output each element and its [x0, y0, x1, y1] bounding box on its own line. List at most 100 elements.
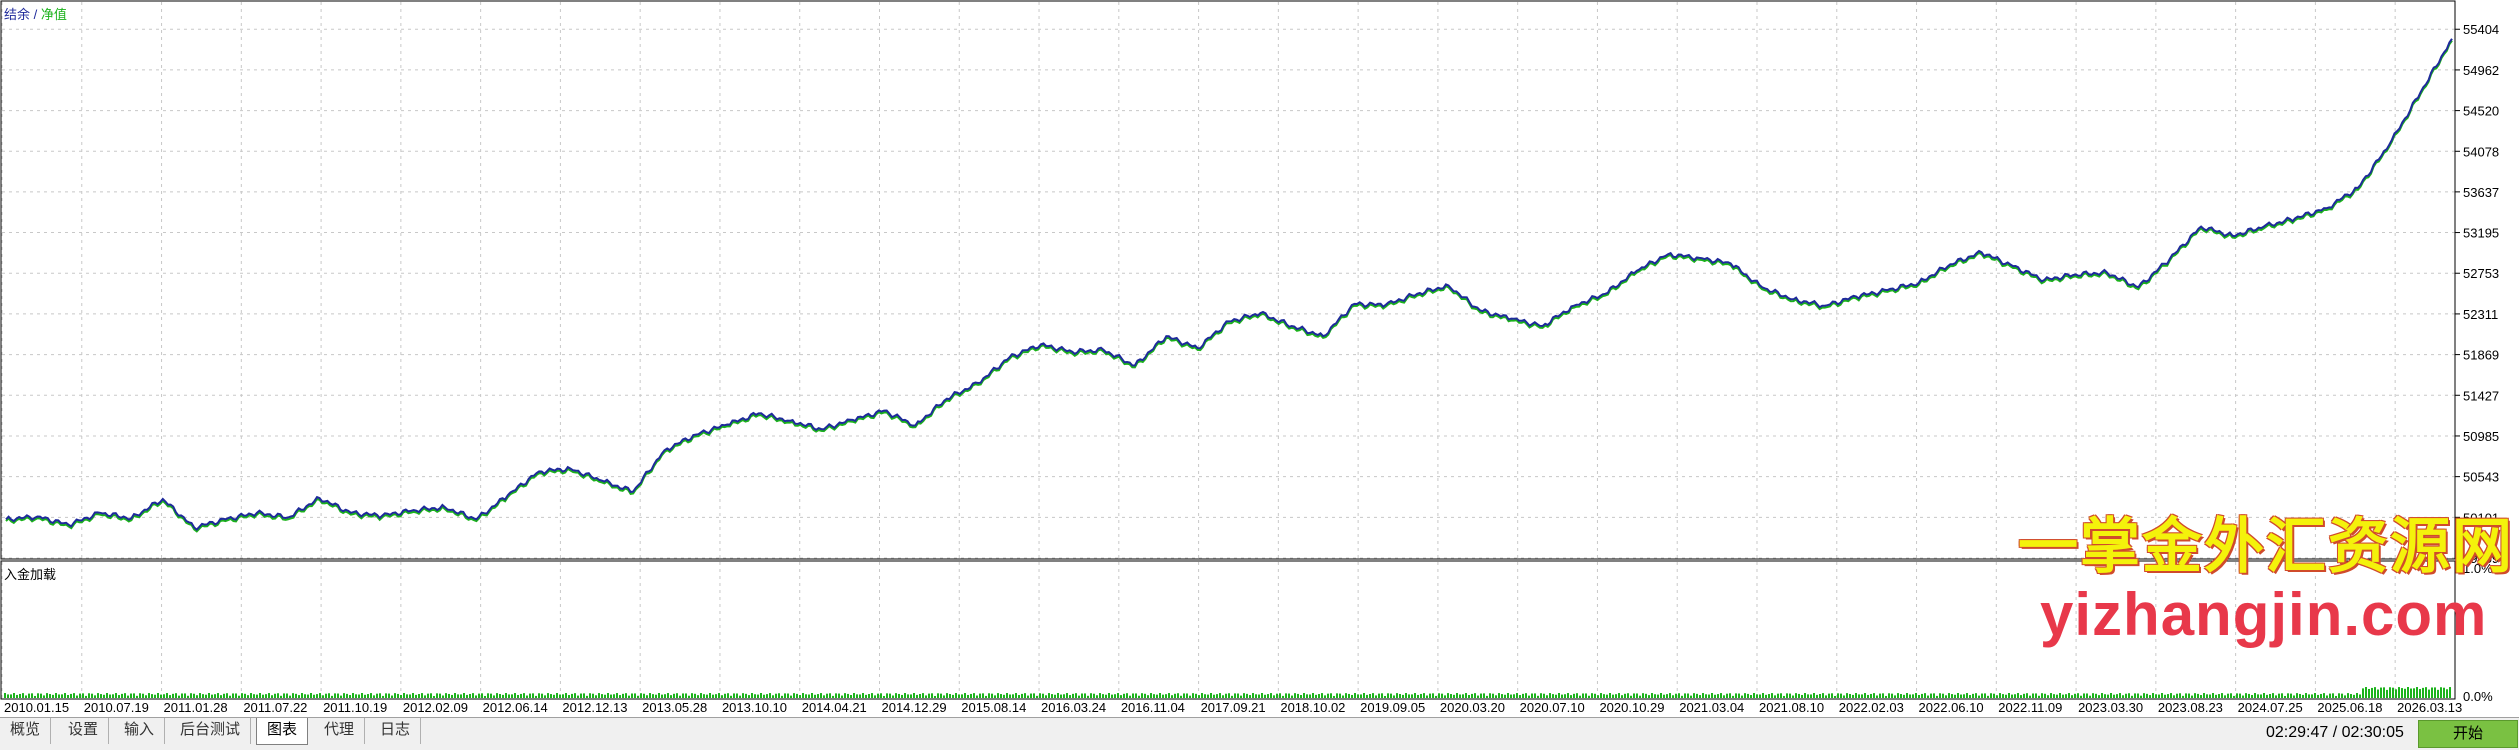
deposit-bar	[562, 694, 564, 698]
deposit-bar	[787, 693, 789, 698]
deposit-bar	[1813, 693, 1815, 698]
deposit-bar	[193, 693, 195, 698]
deposit-bar	[2179, 693, 2181, 698]
deposit-bar	[1957, 693, 1959, 698]
deposit-bar	[2215, 694, 2217, 698]
deposit-bar	[511, 694, 513, 698]
deposit-bar	[514, 693, 516, 698]
deposit-bar	[124, 693, 126, 698]
deposit-bar	[337, 693, 339, 698]
deposit-bar	[358, 694, 360, 698]
deposit-bar	[2119, 693, 2121, 698]
deposit-bar	[2227, 693, 2229, 698]
deposit-bar	[2209, 694, 2211, 698]
tab-overview[interactable]: 概览	[0, 718, 52, 744]
deposit-bar	[829, 693, 831, 698]
deposit-bar	[1954, 694, 1956, 698]
deposit-bar	[223, 693, 225, 698]
deposit-bar	[1807, 694, 1809, 698]
deposit-bar	[1228, 693, 1230, 698]
deposit-bar	[2086, 693, 2088, 698]
deposit-bar	[2446, 689, 2448, 698]
x-tick-label: 2022.06.10	[1919, 700, 1984, 715]
tab-settings[interactable]: 设置	[58, 718, 110, 744]
deposit-bar	[1642, 693, 1644, 698]
start-button[interactable]: 开始	[2418, 720, 2518, 748]
deposit-bar	[1876, 695, 1878, 698]
deposit-bar	[2311, 694, 2313, 698]
deposit-bar	[2359, 694, 2361, 698]
deposit-bar	[997, 693, 999, 698]
deposit-bar	[340, 695, 342, 698]
deposit-bar	[2161, 693, 2163, 698]
deposit-bar	[1675, 693, 1677, 698]
deposit-bar	[928, 693, 930, 698]
deposit-bar	[892, 695, 894, 698]
deposit-bar	[1834, 695, 1836, 698]
deposit-bar	[1570, 695, 1572, 698]
deposit-bar	[442, 695, 444, 698]
deposit-bar	[502, 694, 504, 698]
deposit-bar	[772, 695, 774, 698]
deposit-bar	[2272, 693, 2274, 698]
deposit-bar	[481, 693, 483, 698]
deposit-bar	[463, 693, 465, 698]
deposit-bar	[259, 693, 261, 698]
deposit-bar	[1309, 694, 1311, 698]
deposit-bar	[1336, 693, 1338, 698]
deposit-bar	[547, 693, 549, 698]
deposit-bar	[1141, 693, 1143, 698]
deposit-bar	[1855, 693, 1857, 698]
tab-backtest[interactable]: 后台测试	[170, 718, 252, 744]
deposit-bar	[553, 694, 555, 698]
deposit-bar	[112, 694, 114, 698]
deposit-bar	[1396, 693, 1398, 698]
deposit-bar	[1831, 693, 1833, 698]
deposit-bar	[2041, 693, 2043, 698]
deposit-bar	[628, 695, 630, 698]
deposit-bar	[439, 693, 441, 698]
deposit-bar	[679, 695, 681, 698]
main-chart-grid	[1, 2, 2460, 559]
deposit-bar	[2275, 695, 2277, 698]
deposit-bar	[1306, 694, 1308, 698]
deposit-bar	[712, 694, 714, 698]
deposit-bar	[1033, 693, 1035, 698]
deposit-bar	[469, 693, 471, 698]
deposit-bar	[943, 695, 945, 698]
deposit-bar	[1591, 693, 1593, 698]
tab-inputs[interactable]: 输入	[114, 718, 166, 744]
tab-graph[interactable]: 图表	[256, 718, 309, 745]
deposit-bar	[1063, 694, 1065, 698]
deposit-bar	[493, 695, 495, 698]
x-tick-label: 2017.09.21	[1201, 700, 1266, 715]
deposit-bar	[2251, 694, 2253, 698]
deposit-bar	[1297, 693, 1299, 698]
deposit-bar	[2413, 688, 2415, 698]
deposit-bar	[199, 693, 201, 698]
tab-journal[interactable]: 日志	[370, 718, 422, 744]
deposit-bar	[1159, 693, 1161, 698]
deposit-bar	[103, 694, 105, 698]
deposit-bar	[643, 693, 645, 698]
deposit-bar	[1579, 695, 1581, 698]
deposit-bar	[379, 693, 381, 698]
tab-agents[interactable]: 代理	[314, 718, 366, 744]
deposit-bar	[1663, 694, 1665, 698]
deposit-bar	[1387, 693, 1389, 698]
deposit-bar	[409, 694, 411, 698]
deposit-bar	[151, 694, 153, 698]
deposit-bar	[319, 693, 321, 698]
deposit-bar	[1018, 695, 1020, 698]
deposit-bar	[655, 694, 657, 698]
deposit-bar	[2362, 688, 2364, 698]
deposit-bar	[1741, 695, 1743, 698]
deposit-bar	[211, 694, 213, 698]
deposit-bar	[2428, 689, 2430, 698]
deposit-bar	[1252, 693, 1254, 698]
deposit-bar	[1720, 693, 1722, 698]
deposit-bar	[55, 693, 57, 698]
x-tick-label: 2022.11.09	[1998, 700, 2062, 715]
deposit-bar	[2023, 693, 2025, 698]
deposit-bar	[2437, 689, 2439, 698]
